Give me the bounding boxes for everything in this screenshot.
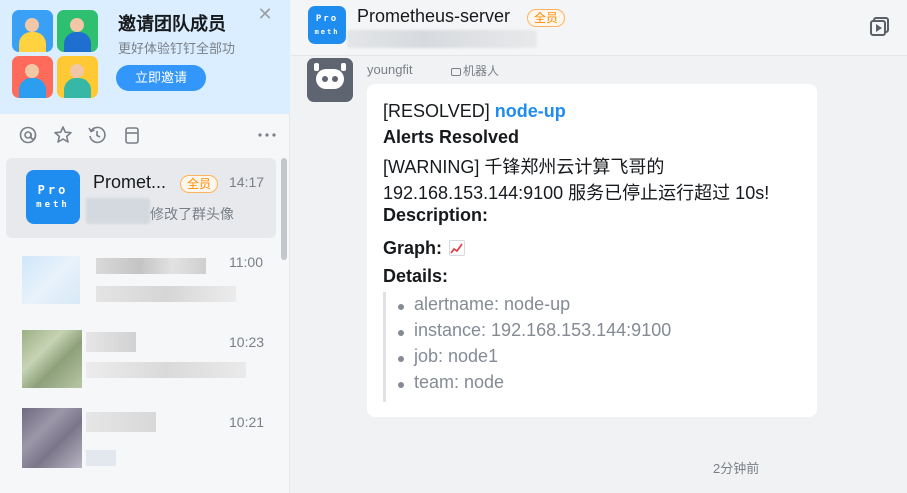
description-label: Description: <box>383 205 489 225</box>
video-call-icon[interactable] <box>867 14 893 40</box>
conversation-time: 11:00 <box>229 254 263 270</box>
conversation-item[interactable]: 10:23 <box>6 318 276 398</box>
detail-instance: instance: 192.168.153.144:9100 <box>414 320 672 340</box>
bullet-icon <box>398 356 404 362</box>
invite-subtitle: 更好体验钉钉全部功 <box>118 41 236 56</box>
message-time-ago: 2分钟前 <box>713 461 760 476</box>
conversation-sidebar: 邀请团队成员 更好体验钉钉全部功 立即邀请 ✕ Pro meth Promet.… <box>0 0 290 493</box>
details-label: Details: <box>383 266 449 286</box>
sidebar-scrollbar[interactable] <box>281 158 287 260</box>
conversation-name: Promet... <box>93 172 167 192</box>
resolved-line: [RESOLVED] node-up <box>383 101 566 122</box>
star-icon[interactable] <box>52 124 74 146</box>
sidebar-toolbar <box>0 122 290 148</box>
message-bubble[interactable]: [RESOLVED] node-up Alerts Resolved [WARN… <box>367 84 817 417</box>
detail-alertname: alertname: node-up <box>414 294 571 314</box>
blurred-preview <box>86 450 116 466</box>
blurred-preview <box>86 362 246 378</box>
bullet-icon <box>398 382 404 388</box>
chat-title[interactable]: Prometheus-server <box>357 6 510 27</box>
close-icon[interactable]: ✕ <box>256 5 274 23</box>
warning-line-2: 192.168.153.144:9100 服务已停止运行超过 10s! <box>383 183 770 203</box>
at-icon[interactable] <box>17 124 39 146</box>
more-icon[interactable] <box>256 124 278 146</box>
group-avatar: Pro meth <box>26 170 80 224</box>
detail-job: job: node1 <box>414 346 499 366</box>
history-icon[interactable] <box>86 124 108 146</box>
blurred-avatar <box>22 330 82 388</box>
all-members-badge: 全员 <box>527 9 566 27</box>
conversation-item[interactable]: 11:00 <box>6 238 276 318</box>
conversation-time: 14:17 <box>229 174 265 190</box>
conversation-item-prometheus[interactable]: Pro meth Promet... 全员 14:17 修改了群头像 <box>6 158 276 238</box>
bullet-icon <box>398 330 404 336</box>
blurred-preview <box>96 286 236 302</box>
status-prefix: [RESOLVED] <box>383 101 490 121</box>
invite-now-button[interactable]: 立即邀请 <box>116 65 206 91</box>
blurred-name <box>86 332 136 352</box>
blurred-name <box>86 412 156 432</box>
bullet-icon <box>398 304 404 310</box>
invite-banner: 邀请团队成员 更好体验钉钉全部功 立即邀请 ✕ <box>0 0 290 114</box>
chat-panel: Pro meth Prometheus-server 全员 youngfit 机… <box>291 0 907 493</box>
robot-tag-icon <box>451 68 461 76</box>
chat-group-avatar[interactable]: Pro meth <box>308 6 346 44</box>
clipboard-icon[interactable] <box>121 124 143 146</box>
graph-line: Graph: <box>383 238 466 259</box>
details-list: alertname: node-up instance: 192.168.153… <box>383 292 783 402</box>
robot-tag-label: 机器人 <box>463 64 500 78</box>
conversation-preview: 修改了群头像 <box>150 206 234 222</box>
chart-increasing-icon[interactable] <box>449 240 466 256</box>
conversation-time: 10:23 <box>229 334 265 350</box>
detail-team: team: node <box>414 372 505 392</box>
warning-line-1: [WARNING] 千锋郑州云计算飞哥的 <box>383 157 665 177</box>
blurred-avatar <box>22 256 80 304</box>
robot-avatar[interactable] <box>307 58 353 102</box>
graph-label: Graph: <box>383 238 443 258</box>
message-heading: Alerts Resolved <box>383 127 520 147</box>
conversation-time: 10:21 <box>229 414 265 430</box>
team-illustration <box>12 10 98 98</box>
sender-name: youngfit <box>367 62 413 77</box>
invite-title: 邀请团队成员 <box>118 14 226 34</box>
all-members-badge: 全员 <box>180 175 219 193</box>
blurred-avatar <box>22 408 82 468</box>
redacted-preview-sender <box>86 198 150 224</box>
blurred-name <box>96 258 206 274</box>
conversation-item[interactable]: 10:21 <box>6 398 276 478</box>
robot-tag: 机器人 <box>451 62 499 79</box>
chat-header: Pro meth Prometheus-server 全员 <box>291 0 907 56</box>
alert-name-link[interactable]: node-up <box>495 101 566 121</box>
redacted-subtitle <box>347 30 537 48</box>
